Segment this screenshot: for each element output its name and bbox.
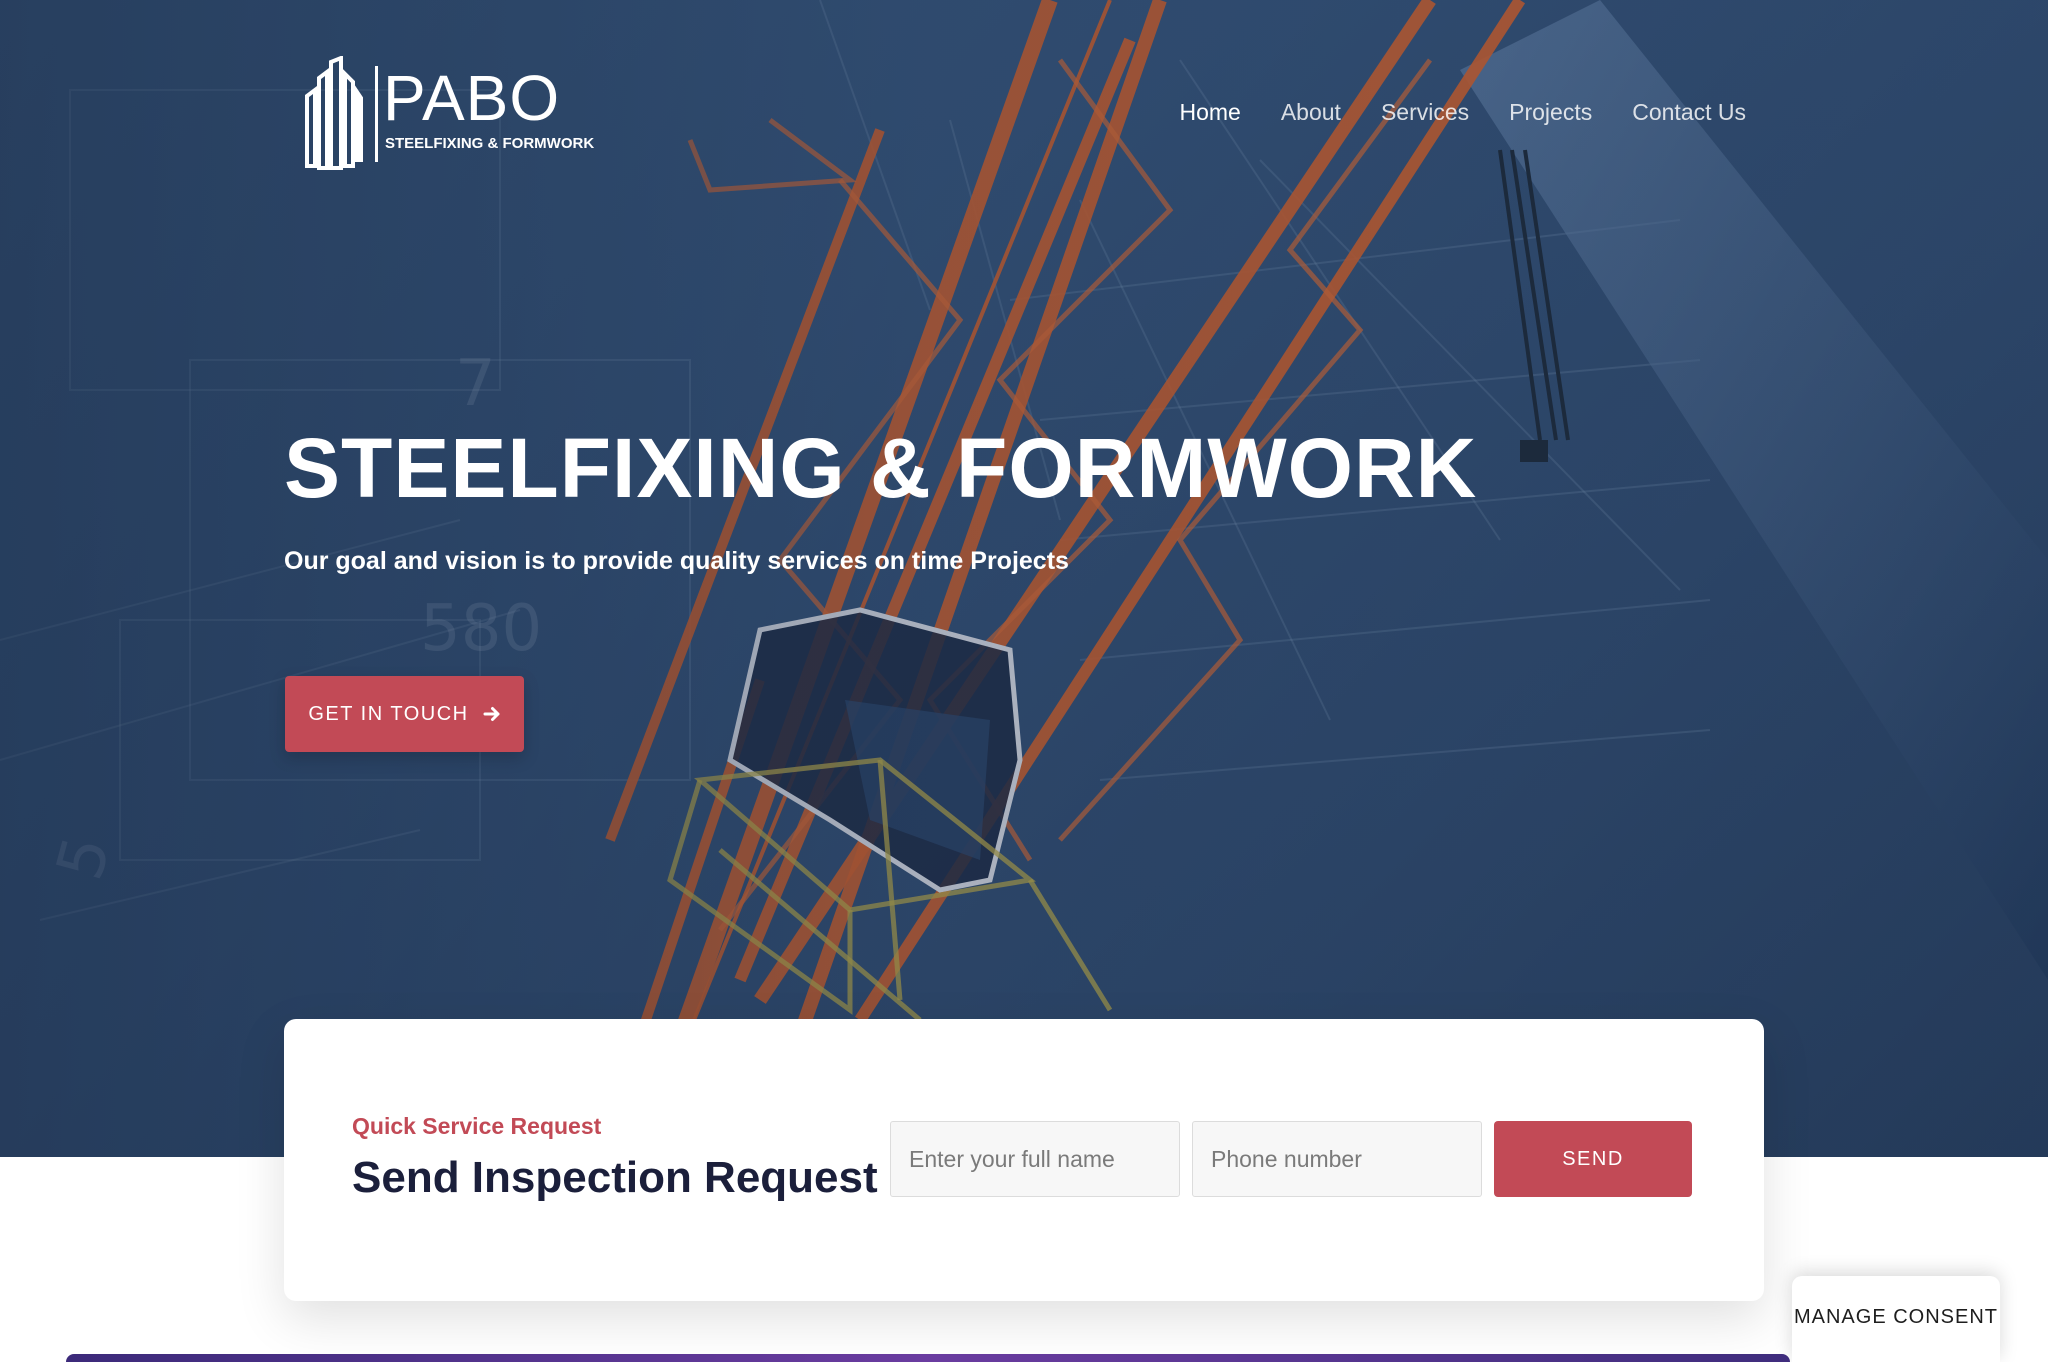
building-logo-icon [305,56,363,170]
site-logo[interactable]: PABO STEELFIXING & FORMWORK [303,56,594,171]
nav-item-home[interactable]: Home [1179,96,1240,128]
full-name-input[interactable] [890,1121,1180,1197]
nav-item-projects[interactable]: Projects [1509,96,1592,128]
get-in-touch-label: GET IN TOUCH [308,702,469,725]
bottom-strip [66,1354,1790,1362]
logo-divider [375,66,378,162]
nav-item-services[interactable]: Services [1381,96,1469,128]
nav-item-contact-us[interactable]: Contact Us [1632,96,1746,128]
brand-tagline: STEELFIXING & FORMWORK [385,135,595,152]
request-title: Send Inspection Request [352,1153,878,1202]
get-in-touch-button[interactable]: GET IN TOUCH [285,676,524,752]
quick-service-request-card: Quick Service Request Send Inspection Re… [284,1019,1764,1301]
brand-name: PABO [383,62,561,134]
main-navigation: Home About Services Projects Contact Us [1179,96,1746,128]
arrow-right-icon [483,707,500,721]
manage-consent-button[interactable]: MANAGE CONSENT [1792,1276,2000,1362]
send-button[interactable]: SEND [1494,1121,1692,1197]
nav-item-about[interactable]: About [1281,96,1341,128]
hero-title: STEELFIXING & FORMWORK [284,421,1478,515]
hero-overlay [0,0,2048,1157]
hero-subtitle: Our goal and vision is to provide qualit… [284,547,1069,575]
phone-number-input[interactable] [1192,1121,1482,1197]
request-eyebrow: Quick Service Request [352,1113,602,1139]
hero-section: 7 580 5 [0,0,2048,1157]
